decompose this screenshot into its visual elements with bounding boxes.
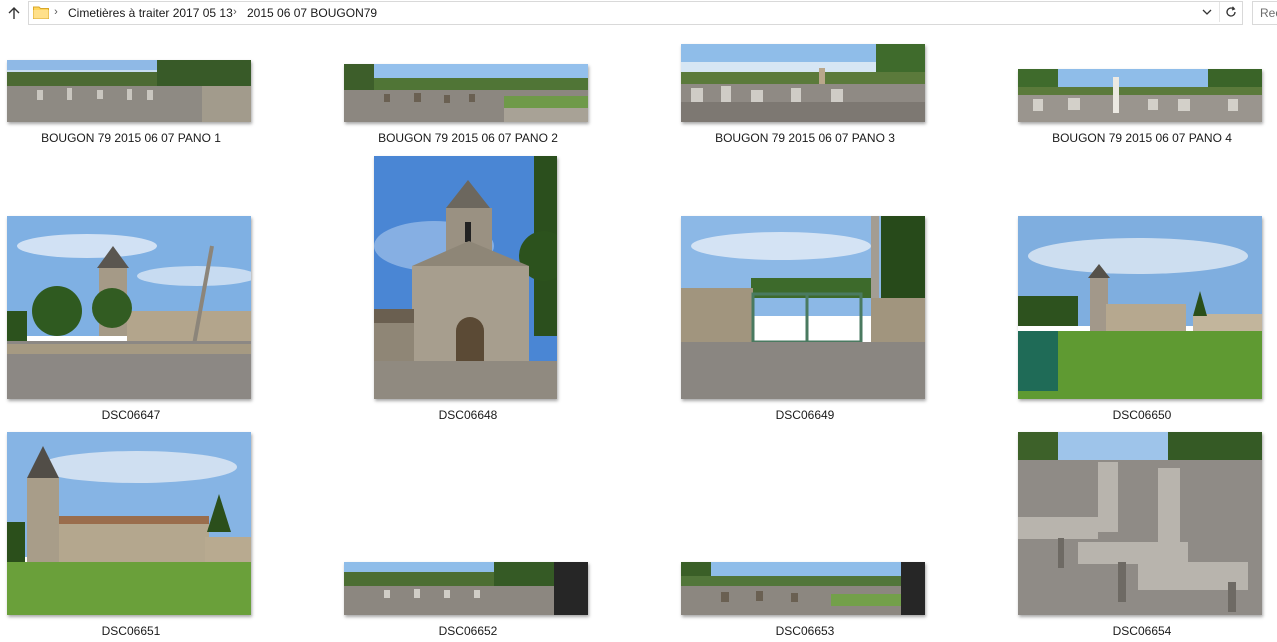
thumbnail-image [681, 562, 925, 615]
chevron-down-icon [1202, 9, 1212, 15]
file-name: BOUGON 79 2015 06 07 PANO 3 [715, 131, 895, 145]
thumbnail-image [1018, 216, 1262, 399]
thumbnail-image [681, 216, 925, 399]
up-button[interactable] [4, 3, 24, 23]
refresh-button[interactable] [1219, 2, 1242, 22]
thumbnail-image [681, 44, 925, 122]
thumbnail-image [344, 562, 588, 615]
file-name: DSC06653 [775, 624, 835, 638]
search-box[interactable]: Rechercher dans : 2015 06 07 BOUGON79 [1252, 1, 1277, 25]
thumbnail-image [7, 432, 251, 615]
file-name: DSC06647 [101, 408, 161, 422]
chevron-right-icon[interactable]: › [230, 6, 240, 18]
search-placeholder: Rechercher dans : 2015 06 07 BOUGON79 [1260, 6, 1277, 20]
address-history-button[interactable] [1198, 2, 1216, 22]
thumbnail-image [7, 216, 251, 399]
breadcrumb-parent[interactable]: Cimetières à traiter 2017 05 13 [68, 6, 233, 20]
refresh-icon [1226, 6, 1236, 17]
arrow-up-icon [8, 7, 20, 19]
file-name: BOUGON 79 2015 06 07 PANO 4 [1052, 131, 1232, 145]
file-name: DSC06654 [1112, 624, 1172, 638]
file-name: DSC06649 [775, 408, 835, 422]
file-name: DSC06651 [101, 624, 161, 638]
file-name: BOUGON 79 2015 06 07 PANO 2 [378, 131, 558, 145]
file-name: DSC06650 [1112, 408, 1172, 422]
file-name: DSC06652 [438, 624, 498, 638]
file-name: DSC06648 [438, 408, 498, 422]
thumbnail-image [374, 156, 557, 399]
thumbnail-image [1018, 432, 1262, 615]
thumbnail-image [344, 64, 588, 122]
chevron-right-icon[interactable]: › [51, 6, 61, 18]
folder-icon [33, 6, 49, 19]
thumbnail-image [7, 60, 251, 122]
breadcrumb-current[interactable]: 2015 06 07 BOUGON79 [247, 6, 377, 20]
thumbnail-image [1018, 69, 1262, 122]
address-bar[interactable]: › Cimetières à traiter 2017 05 13 › 2015… [28, 1, 1243, 25]
file-name: BOUGON 79 2015 06 07 PANO 1 [41, 131, 221, 145]
address-toolbar: › Cimetières à traiter 2017 05 13 › 2015… [0, 0, 1277, 26]
